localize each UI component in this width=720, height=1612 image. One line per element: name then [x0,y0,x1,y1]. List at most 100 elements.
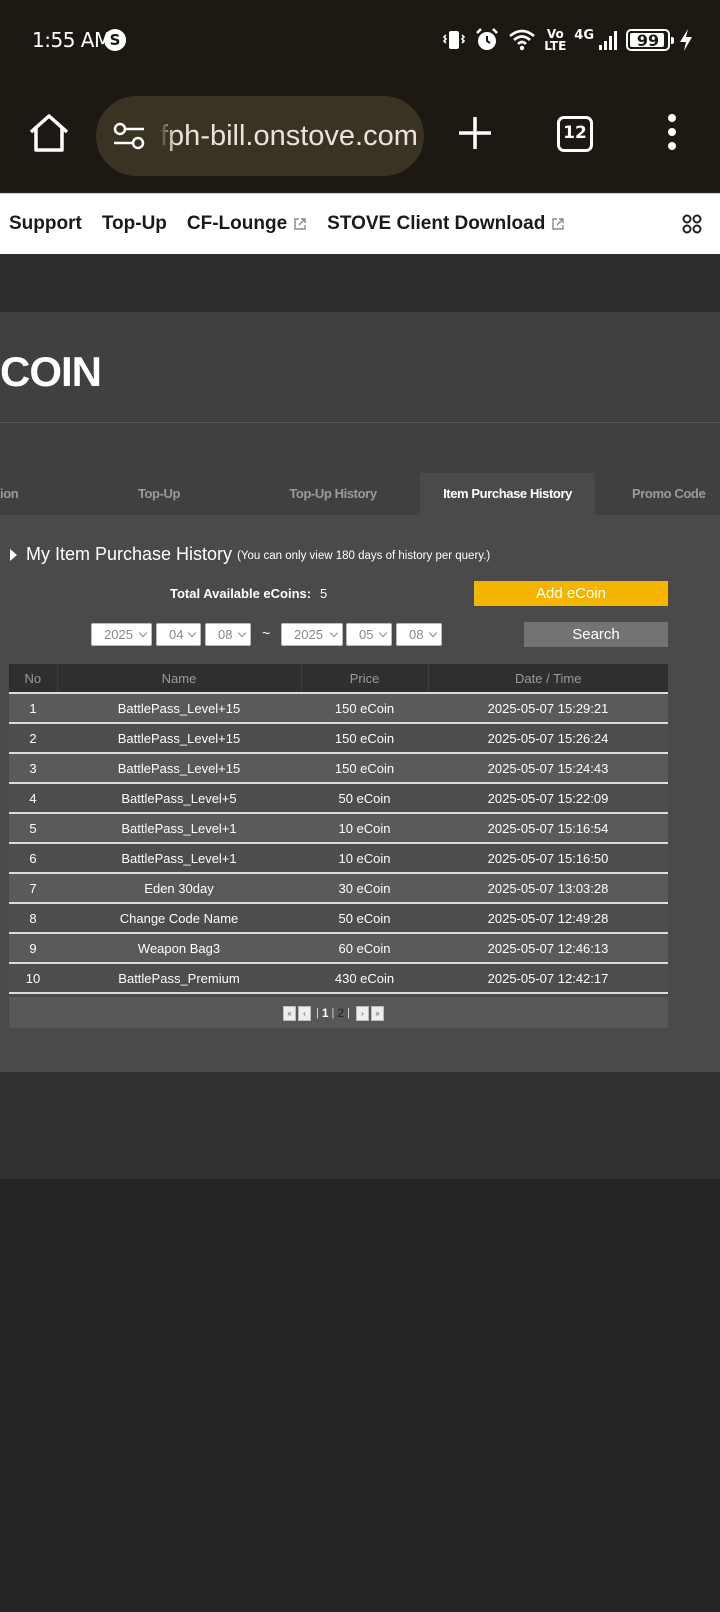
pagination: « ‹ | 1 | 2 | › » [283,1005,386,1021]
header-datetime: Date / Time [428,664,668,694]
external-link-icon [552,218,565,230]
cell-price: 50 eCoin [301,903,428,934]
url-text[interactable]: fph-bill.onstove.com [160,120,418,153]
nav-support-label[interactable]: Support [9,213,82,235]
site-nav: Support Top-Up CF-Lounge STOVE Client Do… [0,193,720,254]
table-row: 9 Weapon Bag3 60 eCoin 2025-05-07 12:46:… [9,933,668,964]
cell-price: 150 eCoin [301,723,428,754]
from-day-select[interactable]: 08 [205,623,251,646]
tab-switcher-button[interactable]: 12 [557,116,593,152]
nav-support[interactable]: Support [9,213,82,235]
add-ecoin-button[interactable]: Add eCoin [474,581,668,606]
header-price: Price [301,664,429,694]
battery-level: 99 [636,30,660,50]
cell-price: 10 eCoin [301,843,428,874]
nav-top-up[interactable]: Top-Up [102,213,167,235]
url-bar[interactable]: fph-bill.onstove.com [96,96,424,176]
purchase-history-table: No Name Price Date / Time 1 BattlePass_L… [9,664,668,994]
search-button[interactable]: Search [524,622,668,647]
table-header-row: No Name Price Date / Time [9,664,668,694]
cell-datetime: 2025-05-07 12:46:13 [428,933,668,964]
cell-name: BattlePass_Level+1 [57,843,301,874]
cell-datetime: 2025-05-07 15:29:21 [428,693,668,724]
cell-no: 10 [9,963,57,994]
cell-price: 30 eCoin [301,873,428,904]
status-bar: 1:55 AM S Vo LTE 4G 99 [0,0,720,80]
cell-price: 50 eCoin [301,783,428,814]
cell-name: Change Code Name [57,903,301,934]
next-page-icon[interactable]: › [355,1005,369,1021]
page-separator: | [331,1007,335,1019]
nav-top-up-label[interactable]: Top-Up [102,213,167,235]
prev-page-icon[interactable]: ‹ [298,1005,311,1021]
cell-name: Eden 30day [57,873,301,904]
tab-promo-code[interactable]: Promo Code [632,473,720,515]
more-menu-icon[interactable] [660,114,684,154]
history-note: (You can only view 180 days of history p… [237,550,491,562]
page-separator: | [316,1007,319,1019]
cell-no: 2 [9,723,57,754]
first-page-icon[interactable]: « [283,1005,296,1021]
cell-datetime: 2025-05-07 12:42:17 [428,963,668,994]
cell-no: 5 [9,813,57,844]
cell-datetime: 2025-05-07 15:16:50 [428,843,668,874]
from-month-select[interactable]: 04 [156,623,201,646]
page-2-link[interactable]: 2 [337,1006,344,1020]
history-heading: My Item Purchase History (You can only v… [10,544,490,565]
tab-partial[interactable]: ion [0,473,30,515]
cell-no: 8 [9,903,57,934]
table-row: 1 BattlePass_Level+15 150 eCoin 2025-05-… [9,693,668,724]
cell-datetime: 2025-05-07 15:26:24 [428,723,668,754]
page-header-band [0,254,720,312]
nav-cf-lounge-label[interactable]: CF-Lounge [187,213,287,235]
cell-datetime: 2025-05-07 15:22:09 [428,783,668,814]
cell-name: BattlePass_Level+5 [57,783,301,814]
volte-label: Vo LTE [544,27,567,53]
apps-grid-icon[interactable] [682,214,702,234]
tab-top-up-history[interactable]: Top-Up History [258,473,408,515]
tab-top-up[interactable]: Top-Up [84,473,234,515]
nav-stove-client-download[interactable]: STOVE Client Download [327,213,565,235]
cell-name: BattlePass_Level+15 [57,753,301,784]
cell-datetime: 2025-05-07 15:16:54 [428,813,668,844]
to-day-select[interactable]: 08 [396,623,442,646]
table-row: 2 BattlePass_Level+15 150 eCoin 2025-05-… [9,723,668,754]
page-footer-band [0,1072,720,1179]
network-type-label: 4G [574,27,594,43]
new-tab-icon[interactable] [456,114,494,152]
cell-name: BattlePass_Level+15 [57,693,301,724]
date-range-separator: ~ [262,625,271,641]
notification-s-icon: S [104,29,126,51]
ecoin-content: COIN ion Top-Up Top-Up History Item Purc… [0,312,720,1072]
external-link-icon [294,218,306,230]
cell-no: 6 [9,843,57,874]
cell-price: 10 eCoin [301,813,428,844]
table-row: 3 BattlePass_Level+15 150 eCoin 2025-05-… [9,753,668,784]
cell-no: 1 [9,693,57,724]
last-page-icon[interactable]: » [370,1005,384,1021]
cell-no: 7 [9,873,57,904]
table-row: 7 Eden 30day 30 eCoin 2025-05-07 13:03:2… [9,873,668,904]
from-year-select[interactable]: 2025 [91,623,152,646]
to-month-select[interactable]: 05 [346,623,392,646]
to-year-select[interactable]: 2025 [281,623,343,646]
cell-name: BattlePass_Level+1 [57,813,301,844]
triangle-bullet-icon [10,548,17,561]
tab-item-purchase-history[interactable]: Item Purchase History [420,473,595,515]
page-1-link[interactable]: 1 [322,1006,329,1020]
nav-cf-lounge[interactable]: CF-Lounge [187,213,307,235]
cell-datetime: 2025-05-07 15:24:43 [428,753,668,784]
table-row: 5 BattlePass_Level+1 10 eCoin 2025-05-07… [9,813,668,844]
nav-stove-download-label[interactable]: STOVE Client Download [327,213,545,235]
cell-price: 150 eCoin [301,753,428,784]
header-name: Name [57,664,302,694]
cell-name: BattlePass_Level+15 [57,723,301,754]
cell-no: 3 [9,753,57,784]
home-icon[interactable] [26,110,72,156]
cell-datetime: 2025-05-07 13:03:28 [428,873,668,904]
purchase-history-panel: My Item Purchase History (You can only v… [0,515,720,1072]
site-settings-icon[interactable] [112,119,146,153]
cell-no: 9 [9,933,57,964]
cell-no: 4 [9,783,57,814]
ecoin-tabs: ion Top-Up Top-Up History Item Purchase … [0,473,720,515]
